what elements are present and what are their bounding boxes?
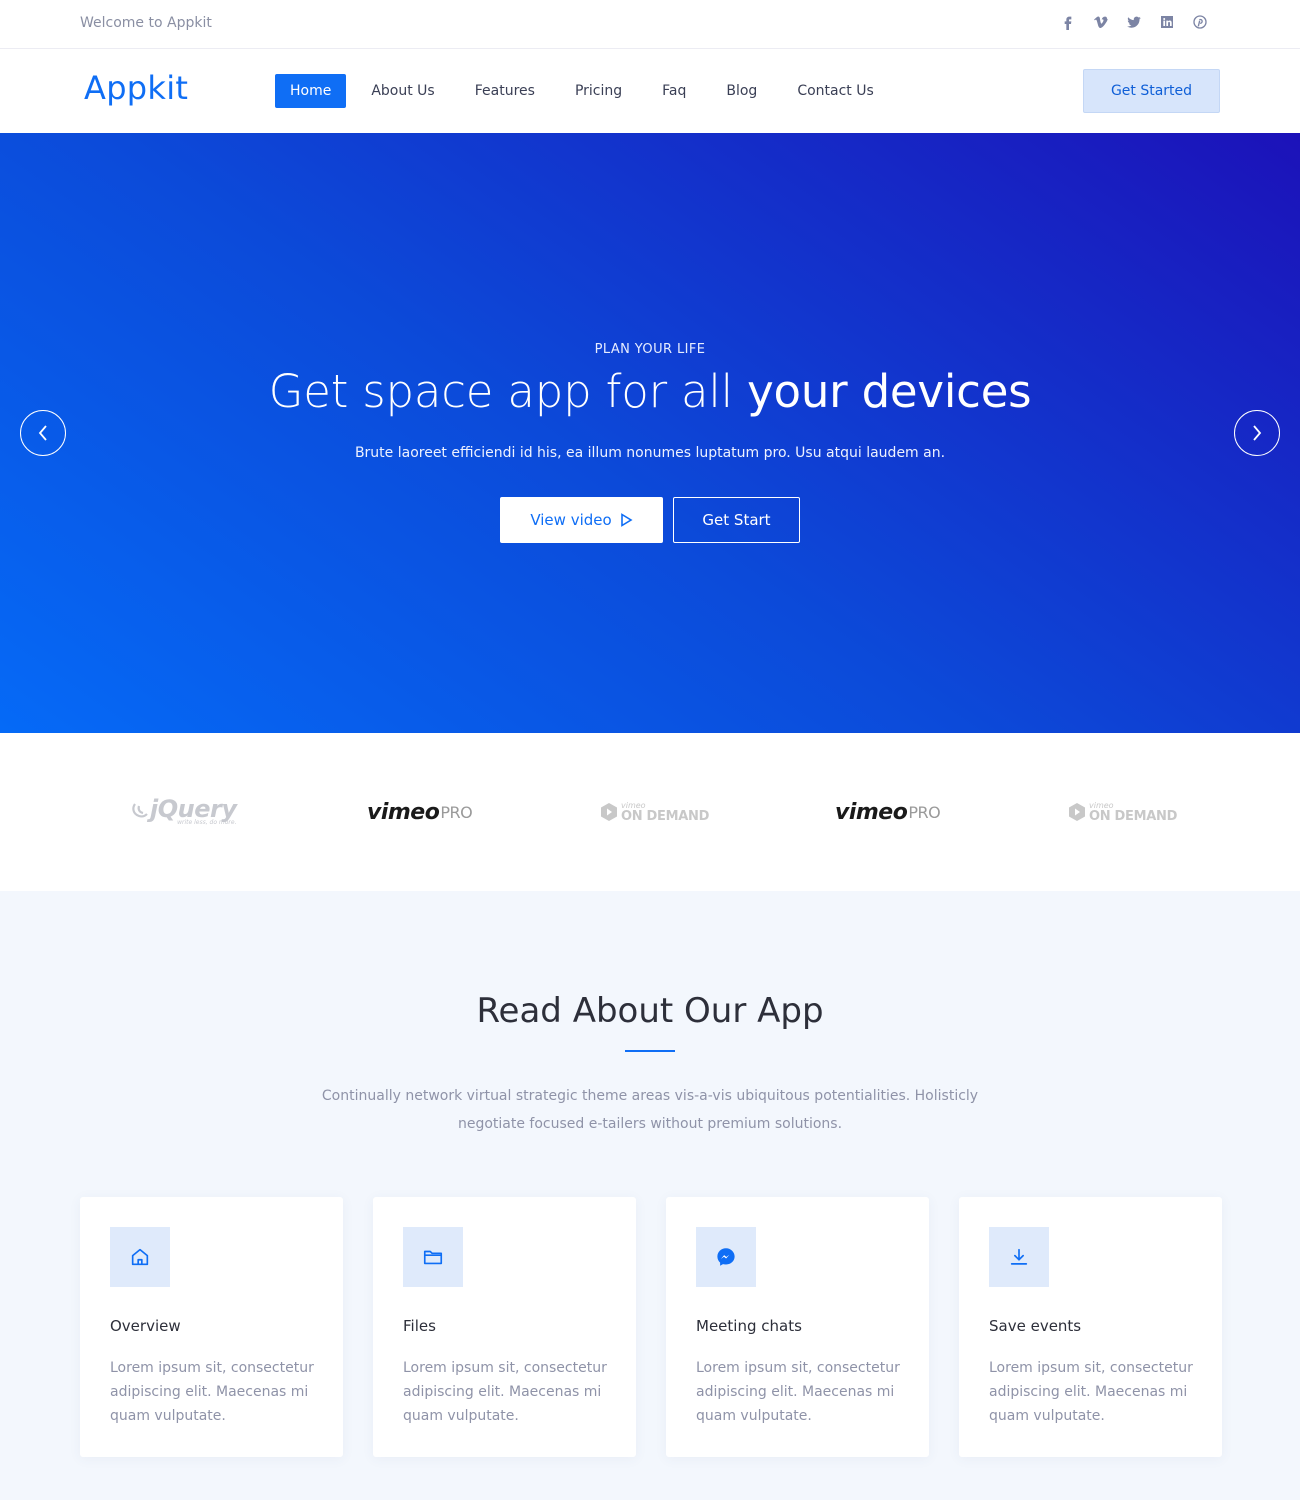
nav-item-features[interactable]: Features (460, 74, 550, 108)
card-title: Meeting chats (696, 1317, 802, 1335)
welcome-text: Welcome to Appkit (80, 15, 212, 31)
nav-item-home[interactable]: Home (275, 74, 347, 108)
linkedin-icon[interactable] (1157, 12, 1177, 32)
pinterest-icon[interactable] (1190, 12, 1210, 32)
feature-cards: Overview Lorem ipsum sit, consectetur ad… (80, 1197, 1222, 1457)
jquery-swirl-icon (132, 803, 148, 818)
nav-item-faq[interactable]: Faq (647, 74, 701, 108)
vimeo-on-demand-logo-2: vimeo ON DEMAND (1068, 797, 1177, 827)
vimeo-pro-suffix: PRO (908, 802, 941, 822)
chevron-left-icon (38, 425, 47, 441)
card-text: Lorem ipsum sit, consectetur adipiscing … (110, 1360, 314, 1424)
title-underline (625, 1050, 675, 1052)
jquery-wordmark: jQuery (150, 794, 237, 823)
main-nav: Home About Us Features Pricing Faq Blog … (275, 74, 899, 108)
card-text: Lorem ipsum sit, consectetur adipiscing … (989, 1360, 1193, 1424)
card-title: Save events (989, 1317, 1082, 1335)
folder-icon (403, 1227, 463, 1287)
main-navbar: Appkit Home About Us Features Pricing Fa… (0, 49, 1300, 133)
vimeo-wordmark: vimeo (367, 799, 440, 825)
play-hexagon-icon (1069, 803, 1085, 821)
view-video-button[interactable]: View video (500, 497, 663, 543)
messenger-icon (696, 1227, 756, 1287)
vimeo-pro-logo-2: vimeo PRO (835, 797, 941, 827)
vimeo-wordmark: vimeo (835, 799, 908, 825)
play-hexagon-icon (601, 803, 617, 821)
nav-item-pricing[interactable]: Pricing (560, 74, 637, 108)
jquery-tagline: write less, do more. (177, 819, 237, 827)
social-links (1058, 12, 1210, 32)
chevron-right-icon (1253, 425, 1262, 441)
card-title: Overview (110, 1317, 181, 1335)
feature-card-meeting-chats[interactable]: Meeting chats Lorem ipsum sit, consectet… (666, 1197, 929, 1457)
vimeo-on-demand-logo-1: vimeo ON DEMAND (600, 797, 709, 827)
vimeo-icon[interactable] (1091, 12, 1111, 32)
nav-item-contact-us[interactable]: Contact Us (782, 74, 888, 108)
card-title: Files (403, 1317, 436, 1335)
play-icon (620, 513, 633, 527)
card-text: Lorem ipsum sit, consectetur adipiscing … (403, 1360, 607, 1424)
hero-title-strong: your devices (747, 365, 1032, 418)
get-start-button[interactable]: Get Start (673, 497, 800, 543)
feature-card-files[interactable]: Files Lorem ipsum sit, consectetur adipi… (373, 1197, 636, 1457)
card-text: Lorem ipsum sit, consectetur adipiscing … (696, 1360, 900, 1424)
slider-next-button[interactable] (1234, 410, 1280, 456)
hero-slider: PLAN YOUR LIFE Get space app for all you… (0, 133, 1300, 733)
hero-eyebrow: PLAN YOUR LIFE (594, 342, 706, 357)
home-icon (110, 1227, 170, 1287)
top-bar: Welcome to Appkit (0, 0, 1300, 49)
facebook-icon[interactable] (1058, 12, 1078, 32)
vimeo-pro-logo-1: vimeo PRO (367, 797, 473, 827)
vimeo-pro-suffix: PRO (440, 802, 473, 822)
section-description: Continually network virtual strategic th… (321, 1088, 979, 1132)
feature-card-save-events[interactable]: Save events Lorem ipsum sit, consectetur… (959, 1197, 1222, 1457)
twitter-icon[interactable] (1124, 12, 1144, 32)
logo[interactable]: Appkit (84, 69, 188, 107)
jquery-logo: jQuery write less, do more. (130, 794, 237, 827)
on-demand-wordmark: ON DEMAND (1089, 808, 1178, 824)
slider-prev-button[interactable] (20, 410, 66, 456)
brand-logos-strip: jQuery write less, do more. vimeo PRO vi… (0, 733, 1300, 891)
about-section: Read About Our App Continually network v… (0, 891, 1300, 1500)
get-started-button[interactable]: Get Started (1083, 69, 1220, 113)
view-video-label: View video (530, 511, 612, 529)
hero-title-light: Get space app for all (268, 365, 748, 418)
nav-item-about-us[interactable]: About Us (356, 74, 449, 108)
nav-item-blog[interactable]: Blog (711, 74, 772, 108)
hero-title: Get space app for all your devices (0, 365, 1300, 418)
on-demand-wordmark: ON DEMAND (621, 808, 710, 824)
download-icon (989, 1227, 1049, 1287)
hero-buttons: View video Get Start (500, 497, 800, 543)
section-title: Read About Our App (476, 991, 824, 1031)
feature-card-overview[interactable]: Overview Lorem ipsum sit, consectetur ad… (80, 1197, 343, 1457)
hero-subtitle: Brute laoreet efficiendi id his, ea illu… (354, 445, 946, 461)
